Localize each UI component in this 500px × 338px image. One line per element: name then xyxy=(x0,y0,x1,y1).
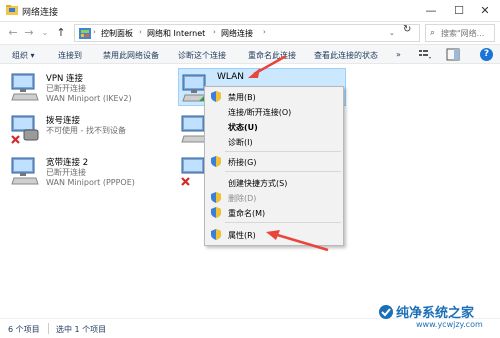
menu-item-rename[interactable]: 重命名(M) xyxy=(206,205,342,220)
connection-item-adapter-4[interactable] xyxy=(180,112,209,152)
view-status-button[interactable]: 查看此连接的状态 xyxy=(314,50,378,61)
diagnose-button[interactable]: 诊断这个连接 xyxy=(178,50,226,61)
menu-separator xyxy=(225,151,341,152)
watermark-url: www.ycwjzy.com xyxy=(416,320,483,329)
menu-separator xyxy=(225,171,341,172)
menu-item-status[interactable]: 状态(U) xyxy=(206,119,342,134)
menu-item-label: 连接/断开连接(O) xyxy=(228,108,292,117)
annotation-arrow-properties xyxy=(266,230,329,252)
search-icon: ⌕ xyxy=(430,28,436,38)
item-count: 6 个项目 xyxy=(8,325,40,334)
menu-separator xyxy=(225,222,341,223)
menu-item-create-shortcut[interactable]: 创建快捷方式(S) xyxy=(206,175,342,190)
breadcrumb-separator: › xyxy=(139,28,142,36)
up-button[interactable]: ↑ xyxy=(54,25,68,41)
preview-pane-icon[interactable] xyxy=(446,48,460,61)
close-button[interactable]: ✕ xyxy=(472,2,498,20)
connection-device: WAN Miniport (IKEv2) xyxy=(46,94,132,103)
connection-item-vpn[interactable]: VPN 连接 已断开连接 WAN Miniport (IKEv2) xyxy=(10,70,170,110)
connect-to-button[interactable]: 连接到 xyxy=(58,50,82,61)
breadcrumb-separator: › xyxy=(93,28,96,36)
recent-locations-button[interactable]: ⌄ xyxy=(38,25,52,41)
address-bar[interactable]: › 控制面板 › 网络和 Internet › 网络连接 › ⌄ xyxy=(74,24,420,42)
help-button[interactable]: ? xyxy=(480,48,493,61)
address-dropdown-icon[interactable]: ⌄ xyxy=(389,29,395,37)
forward-button[interactable]: → xyxy=(22,25,36,41)
uac-shield-icon xyxy=(211,229,221,240)
watermark-text: 纯净系统之家 xyxy=(396,306,475,321)
watermark: 纯净系统之家 www.ycwjzy.com xyxy=(376,302,500,336)
menu-item-bridge[interactable]: 桥接(G) xyxy=(206,154,342,169)
menu-item-label: 禁用(B) xyxy=(228,93,256,102)
menu-item-delete: 删除(D) xyxy=(206,190,342,205)
title-bar: 网络连接 — ☐ ✕ xyxy=(0,0,500,22)
uac-shield-icon xyxy=(211,192,221,203)
menu-item-diagnose[interactable]: 诊断(I) xyxy=(206,134,342,149)
connection-status: 已断开连接 xyxy=(46,84,86,93)
connection-item-adapter-6[interactable] xyxy=(180,154,205,194)
menu-item-disable[interactable]: 禁用(B) xyxy=(206,89,342,104)
network-adapter-icon xyxy=(11,73,39,101)
menu-item-label: 重命名(M) xyxy=(228,209,266,218)
breadcrumb-separator: › xyxy=(263,28,266,36)
breadcrumb-network-internet[interactable]: 网络和 Internet xyxy=(147,28,205,39)
annotation-arrow-wlan xyxy=(248,54,287,78)
minimize-button[interactable]: — xyxy=(418,2,444,20)
control-panel-icon xyxy=(79,28,91,39)
menu-item-label: 删除(D) xyxy=(228,194,257,203)
uac-shield-icon xyxy=(211,91,221,102)
address-row: ← → ⌄ ↑ › 控制面板 › 网络和 Internet › 网络连接 › ⌄… xyxy=(0,22,500,44)
maximize-button[interactable]: ☐ xyxy=(446,2,472,20)
connection-item-dialup[interactable]: 拨号连接 不可使用 - 找不到设备 xyxy=(10,112,170,152)
status-separator xyxy=(48,323,49,334)
uac-shield-icon xyxy=(211,207,221,218)
menu-item-connect-disconnect[interactable]: 连接/断开连接(O) xyxy=(206,104,342,119)
context-menu: 禁用(B) 连接/断开连接(O) 状态(U) 诊断(I) 桥接(G) 创建快捷方… xyxy=(204,86,344,246)
breadcrumb-control-panel[interactable]: 控制面板 xyxy=(101,28,133,39)
network-folder-icon xyxy=(6,5,18,15)
watermark-logo-icon xyxy=(379,305,393,319)
menu-item-label: 桥接(G) xyxy=(228,158,257,167)
disable-device-button[interactable]: 禁用此网络设备 xyxy=(103,50,159,61)
breadcrumb-network-connections[interactable]: 网络连接 xyxy=(221,28,253,39)
menu-item-label: 状态(U) xyxy=(228,123,258,132)
connection-status: 已断开连接 xyxy=(46,168,86,177)
selected-count: 选中 1 个项目 xyxy=(56,325,107,334)
search-box[interactable]: ⌕ xyxy=(425,24,495,42)
uac-shield-icon xyxy=(211,156,221,167)
connection-device: WAN Miniport (PPPOE) xyxy=(46,178,135,187)
refresh-button[interactable]: ↻ xyxy=(403,24,411,35)
menu-item-label: 属性(R) xyxy=(228,231,256,240)
menu-item-label: 创建快捷方式(S) xyxy=(228,179,288,188)
menu-item-label: 诊断(I) xyxy=(228,138,253,147)
dialup-adapter-icon xyxy=(11,115,39,144)
more-commands-button[interactable]: » xyxy=(396,50,401,59)
connection-item-broadband[interactable]: 宽带连接 2 已断开连接 WAN Miniport (PPPOE) xyxy=(10,154,170,194)
back-button[interactable]: ← xyxy=(6,25,20,41)
change-view-icon[interactable] xyxy=(418,48,432,61)
breadcrumb-separator: › xyxy=(213,28,216,36)
organize-button[interactable]: 组织 ▾ xyxy=(12,50,35,61)
search-input[interactable] xyxy=(441,27,493,40)
window-title: 网络连接 xyxy=(22,8,59,18)
connection-status: 不可使用 - 找不到设备 xyxy=(46,126,126,135)
broadband-adapter-icon xyxy=(11,157,39,185)
